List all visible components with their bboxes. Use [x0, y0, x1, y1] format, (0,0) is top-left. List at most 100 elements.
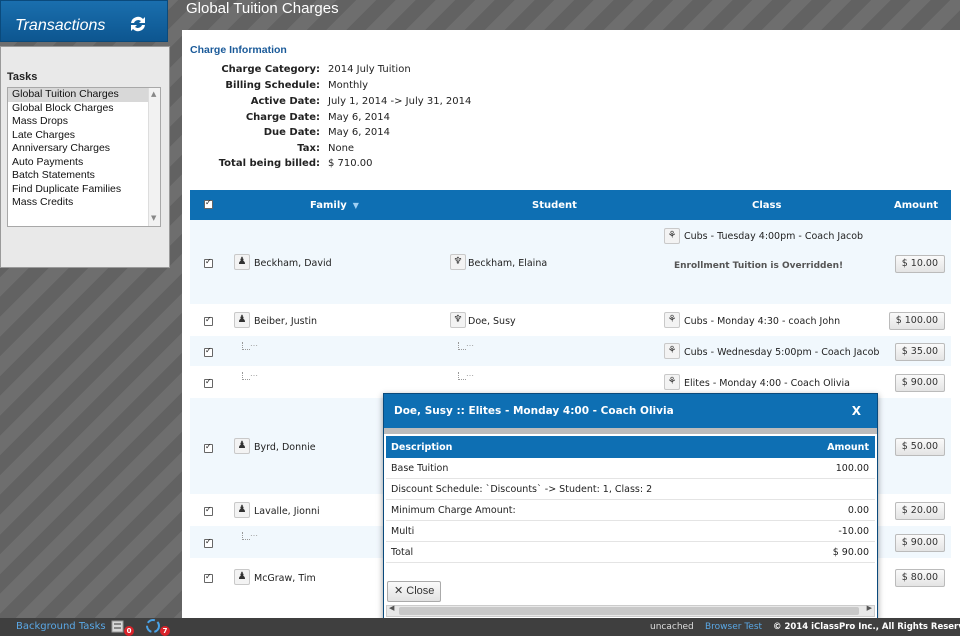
sidebar-header: Transactions	[0, 0, 168, 42]
class-name: Cubs - Wednesday 5:00pm - Coach Jacob	[684, 347, 880, 358]
family-icon[interactable]: ♟	[234, 502, 250, 518]
info-label: Charge Date:	[245, 112, 320, 123]
family-name: Beckham, David	[254, 258, 332, 269]
scroll-left-icon[interactable]: ◀	[389, 604, 394, 612]
column-family[interactable]: Family ▼	[310, 200, 359, 211]
class-name: Cubs - Tuesday 4:00pm - Coach Jacob	[684, 231, 864, 242]
task-item-anniversary-charges[interactable]: Anniversary Charges	[8, 142, 148, 156]
class-icon[interactable]: ⚘	[664, 312, 680, 328]
family-icon[interactable]: ♟	[234, 438, 250, 454]
task-item-batch-statements[interactable]: Batch Statements	[8, 169, 148, 183]
class-icon[interactable]: ⚘	[664, 228, 680, 244]
task-item-late-charges[interactable]: Late Charges	[8, 129, 148, 143]
override-note: Enrollment Tuition is Overridden!	[674, 261, 844, 271]
close-icon[interactable]: X	[852, 404, 861, 418]
class-icon[interactable]: ⚘	[664, 374, 680, 390]
tasks-scrollbar[interactable]: ▲ ▼	[148, 88, 160, 226]
scroll-right-icon[interactable]: ▶	[867, 604, 872, 612]
row-amount: 0.00	[847, 505, 869, 516]
column-amount: Amount	[894, 200, 939, 211]
footer: Background Tasks 0 7 uncached Browser Te…	[0, 618, 960, 636]
charge-breakdown-dialog: Doe, Susy :: Elites - Monday 4:00 - Coac…	[383, 393, 878, 621]
info-row-total-billed: Total being billed: $ 710.00	[182, 158, 582, 174]
info-row-due-date: Due Date: May 6, 2014	[182, 127, 582, 143]
info-label: Total being billed:	[218, 158, 320, 169]
amount-button[interactable]: $ 80.00	[894, 569, 945, 587]
class-name: Cubs - Monday 4:30 - coach John	[684, 316, 841, 327]
amount-button[interactable]: $ 100.00	[888, 312, 945, 330]
family-icon[interactable]: ♟	[234, 312, 250, 328]
dialog-titlebar[interactable]: Doe, Susy :: Elites - Monday 4:00 - Coac…	[384, 394, 877, 428]
row-checkbox[interactable]	[204, 537, 213, 548]
row-checkbox[interactable]	[204, 442, 213, 453]
task-item-mass-credits[interactable]: Mass Credits	[8, 196, 148, 210]
row-checkbox[interactable]	[204, 505, 213, 516]
column-description: Description	[391, 442, 453, 453]
amount-button[interactable]: $ 90.00	[894, 534, 945, 552]
select-all-checkbox[interactable]	[204, 198, 213, 209]
amount-button[interactable]: $ 10.00	[894, 255, 945, 273]
student-icon[interactable]: ♆	[450, 254, 466, 270]
background-tasks-badge: 0	[124, 626, 134, 636]
family-icon[interactable]: ♟	[234, 254, 250, 270]
breakdown-header: Description Amount	[386, 436, 875, 458]
row-checkbox[interactable]	[204, 315, 213, 326]
grid-header: Family ▼ Student Class Amount	[190, 190, 951, 220]
task-item-find-duplicate-families[interactable]: Find Duplicate Families	[8, 183, 148, 197]
refresh-icon[interactable]	[127, 13, 149, 35]
row-checkbox[interactable]	[204, 346, 213, 357]
info-row-charge-date: Charge Date: May 6, 2014	[182, 112, 582, 128]
sort-down-icon: ▼	[352, 201, 359, 210]
dialog-divider	[384, 428, 877, 434]
row-checkbox[interactable]	[204, 572, 213, 583]
table-row: Base Tuition 100.00	[386, 458, 875, 479]
amount-button[interactable]: $ 20.00	[894, 502, 945, 520]
family-icon[interactable]: ♟	[234, 569, 250, 585]
amount-button[interactable]: $ 90.00	[894, 374, 945, 392]
sync-icon[interactable]	[145, 618, 161, 634]
task-item-mass-drops[interactable]: Mass Drops	[8, 115, 148, 129]
table-row: ⚘ Cubs - Wednesday 5:00pm - Coach Jacob …	[190, 336, 951, 366]
class-icon[interactable]: ⚘	[664, 343, 680, 359]
row-checkbox[interactable]	[204, 377, 213, 388]
task-item-global-block-charges[interactable]: Global Block Charges	[8, 102, 148, 116]
dialog-title: Doe, Susy :: Elites - Monday 4:00 - Coac…	[394, 405, 674, 417]
column-amount: Amount	[827, 442, 869, 453]
info-label: Charge Category:	[221, 64, 320, 75]
sync-badge: 7	[160, 626, 170, 636]
tree-connector	[242, 529, 258, 540]
row-amount: 100.00	[835, 463, 869, 474]
info-label: Tax:	[297, 143, 320, 154]
amount-button[interactable]: $ 35.00	[894, 343, 945, 361]
info-row-active-date: Active Date: July 1, 2014 -> July 31, 20…	[182, 96, 582, 112]
scrollbar-thumb[interactable]	[399, 607, 859, 615]
browser-test-link[interactable]: Browser Test	[705, 622, 762, 632]
class-name: Elites - Monday 4:00 - Coach Olivia	[684, 378, 850, 389]
tasks-list[interactable]: Global Tuition Charges Global Block Char…	[7, 87, 161, 227]
amount-button[interactable]: $ 50.00	[894, 438, 945, 456]
background-tasks-link[interactable]: Background Tasks	[16, 621, 106, 632]
student-name: Beckham, Elaina	[468, 258, 548, 269]
sidebar-title: Transactions	[15, 17, 106, 34]
info-value: 2014 July Tuition	[328, 64, 411, 75]
student-icon[interactable]: ♆	[450, 312, 466, 328]
task-item-global-tuition-charges[interactable]: Global Tuition Charges	[8, 88, 148, 102]
table-row: ♟ Beckham, David ♆ Beckham, Elaina ⚘ Cub…	[190, 220, 951, 304]
table-row: Multi -10.00	[386, 521, 875, 542]
row-description: Minimum Charge Amount:	[391, 505, 516, 516]
row-checkbox[interactable]	[204, 257, 213, 268]
scroll-down-icon[interactable]: ▼	[151, 214, 156, 222]
table-row: ♟ Beiber, Justin ♆ Doe, Susy ⚘ Cubs - Mo…	[190, 304, 951, 336]
family-name: Beiber, Justin	[254, 316, 317, 327]
close-x-icon: ✕	[394, 585, 404, 597]
row-description: Base Tuition	[391, 463, 449, 474]
dialog-horizontal-scrollbar[interactable]: ◀ ▶	[386, 604, 875, 617]
task-item-auto-payments[interactable]: Auto Payments	[8, 156, 148, 170]
row-amount: $ 90.00	[832, 547, 869, 558]
uncached-status: uncached	[650, 622, 694, 632]
scroll-up-icon[interactable]: ▲	[151, 90, 156, 98]
tree-connector	[458, 339, 474, 350]
family-name: Byrd, Donnie	[254, 442, 316, 453]
info-value: $ 710.00	[328, 158, 373, 169]
close-button[interactable]: ✕ Close	[387, 581, 442, 602]
